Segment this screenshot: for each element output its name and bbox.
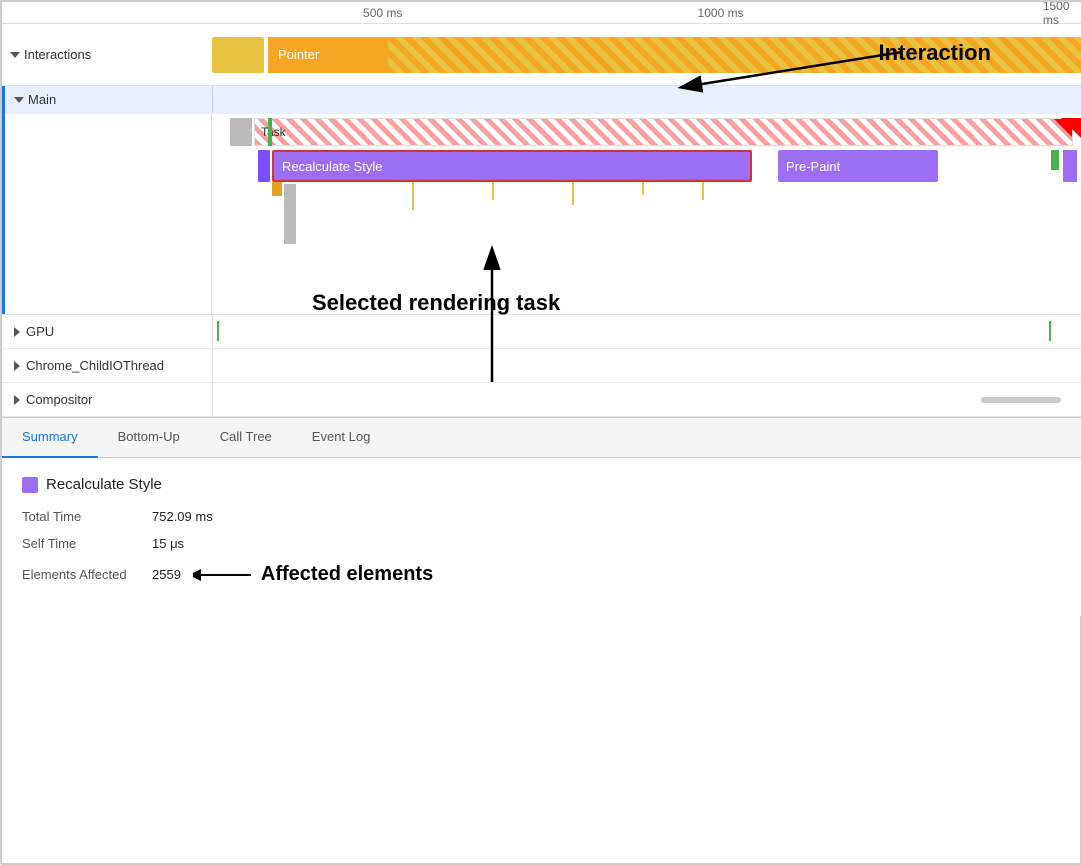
chrome-childio-row: Chrome_ChildIOThread	[2, 349, 1081, 383]
interactions-label: Interactions	[2, 47, 212, 62]
pointer-label: Pointer	[278, 47, 319, 62]
compositor-label: Compositor	[2, 392, 212, 407]
time-ruler: 500 ms 1000 ms 1500 ms	[2, 2, 1081, 24]
recalc-label: Recalculate Style	[282, 159, 382, 174]
gpu-green-tick-left	[217, 321, 219, 341]
compositor-track	[212, 383, 1081, 416]
gpu-row: GPU	[2, 315, 1081, 349]
compositor-scrollbar[interactable]	[981, 397, 1061, 403]
gray-tall-block	[284, 184, 296, 244]
elements-affected-label: Elements Affected	[22, 567, 152, 582]
affected-elements-annotation: Affected elements	[261, 563, 433, 586]
tab-event-log-label: Event Log	[312, 429, 371, 444]
pointer-hatched-bar	[388, 37, 1081, 73]
main-label-text: Main	[28, 92, 56, 107]
summary-content: Recalculate Style Total Time 752.09 ms S…	[2, 458, 1081, 616]
main-header-row: Main	[2, 86, 1081, 114]
tab-summary-label: Summary	[22, 429, 78, 444]
total-time-value: 752.09 ms	[152, 509, 213, 524]
total-time-label: Total Time	[22, 509, 152, 524]
compositor-expand-icon[interactable]	[14, 395, 20, 405]
interactions-label-text: Interactions	[24, 47, 91, 62]
interactions-row: Interactions Pointer	[2, 24, 1081, 86]
orange-block-left	[272, 182, 282, 196]
recalculate-style-bar[interactable]: Recalculate Style	[272, 150, 752, 182]
timeline-area: 500 ms 1000 ms 1500 ms Interactions Poin…	[2, 2, 1081, 418]
pointer-yellow-block	[212, 37, 264, 73]
tab-bottom-up-label: Bottom-Up	[118, 429, 180, 444]
self-time-value: 15 μs	[152, 536, 184, 551]
tab-bar: Summary Bottom-Up Call Tree Event Log	[2, 418, 1081, 458]
time-500: 500 ms	[363, 6, 402, 20]
compositor-label-text: Compositor	[26, 392, 92, 407]
chrome-childio-expand-icon[interactable]	[14, 361, 20, 371]
self-time-label: Self Time	[22, 536, 152, 551]
prepaint-bar[interactable]: Pre-Paint	[778, 150, 938, 182]
chrome-childio-track	[212, 349, 1081, 382]
interactions-collapse-icon[interactable]	[10, 52, 20, 58]
right-purple-block	[1063, 150, 1077, 182]
summary-title-text: Recalculate Style	[46, 476, 162, 493]
chrome-childio-label-text: Chrome_ChildIOThread	[26, 358, 164, 373]
gray-block-1	[230, 118, 252, 146]
gpu-track	[212, 315, 1081, 348]
bottom-panel: Summary Bottom-Up Call Tree Event Log Re…	[2, 418, 1081, 616]
task-bar[interactable]: Task	[254, 118, 1073, 146]
total-time-row: Total Time 752.09 ms	[22, 509, 1061, 524]
main-section: Main Task Reca	[2, 86, 1081, 315]
right-green-block	[1051, 150, 1059, 170]
gpu-green-tick-right	[1049, 321, 1051, 341]
green-line-left	[268, 118, 272, 146]
gpu-label-text: GPU	[26, 324, 54, 339]
gpu-expand-icon[interactable]	[14, 327, 20, 337]
chrome-childio-label: Chrome_ChildIOThread	[2, 358, 212, 373]
time-1500: 1500 ms	[1043, 1, 1081, 27]
tab-summary[interactable]: Summary	[2, 418, 98, 458]
prepaint-label: Pre-Paint	[786, 159, 840, 174]
elements-affected-row: Elements Affected 2559 Affected elements	[22, 563, 1061, 586]
main-label: Main	[2, 92, 212, 107]
main-track-area: Task Recalculate Style Pre-Paint	[2, 114, 1081, 314]
purple-sm-block-1	[258, 150, 270, 182]
compositor-row: Compositor	[2, 383, 1081, 417]
summary-title: Recalculate Style	[22, 476, 1061, 493]
pointer-label-bar: Pointer	[268, 37, 388, 73]
task-label: Task	[261, 125, 286, 139]
main-blue-border	[2, 86, 5, 314]
self-time-row: Self Time 15 μs	[22, 536, 1061, 551]
summary-color-swatch	[22, 477, 38, 493]
main-track-label-spacer	[2, 114, 212, 314]
affected-arrow-icon	[193, 565, 253, 585]
interactions-track: Pointer	[212, 24, 1081, 85]
elements-affected-value: 2559	[152, 567, 181, 582]
main-collapse-icon[interactable]	[14, 97, 24, 103]
time-1000: 1000 ms	[698, 6, 744, 20]
tab-bottom-up[interactable]: Bottom-Up	[98, 418, 200, 458]
tab-call-tree-label: Call Tree	[220, 429, 272, 444]
tab-call-tree[interactable]: Call Tree	[200, 418, 292, 458]
tab-event-log[interactable]: Event Log	[292, 418, 391, 458]
main-track-canvas: Task Recalculate Style Pre-Paint	[212, 114, 1081, 314]
gpu-label: GPU	[2, 324, 212, 339]
